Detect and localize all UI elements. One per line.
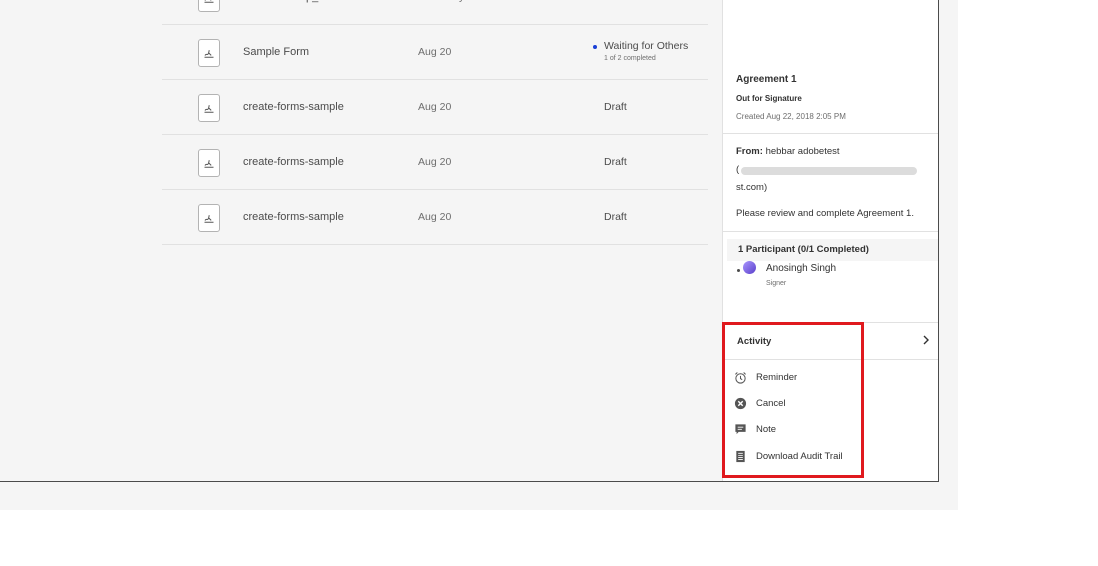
- participant-name: Anosingh Singh: [766, 263, 837, 274]
- avatar: [743, 261, 756, 274]
- reminder-label: Reminder: [756, 372, 798, 383]
- document-name: create-forms-sample: [243, 211, 344, 223]
- document-status: Draft: [604, 0, 627, 24]
- note-comment-icon: [735, 424, 746, 435]
- audit-trail-icon: [736, 450, 745, 463]
- agreement-status: Out for Signature: [736, 94, 802, 103]
- document-date: Aug 20: [418, 211, 452, 223]
- from-line: From: hebbar adobetest: [736, 146, 840, 157]
- agreements-list: AIC Roadmap_1 Yesterday 1:40 PM Draft Sa…: [162, 0, 708, 245]
- document-date: Aug 20: [418, 101, 452, 113]
- status-label: Waiting for Others: [604, 40, 689, 52]
- agreement-summary: Agreement 1 Out for Signature Created Au…: [723, 64, 938, 134]
- agreement-details-panel: Agreement 1 Out for Signature Created Au…: [722, 0, 938, 481]
- participant-role: Signer: [766, 280, 787, 287]
- table-row[interactable]: create-forms-sample Aug 20 Draft: [162, 80, 708, 135]
- cancel-circle-icon: [734, 397, 747, 410]
- cancel-action[interactable]: Cancel: [734, 393, 924, 413]
- agreement-title: Agreement 1: [736, 74, 797, 85]
- agreements-pane: AIC Roadmap_1 Yesterday 1:40 PM Draft Sa…: [0, 0, 939, 482]
- document-date: Aug 20: [418, 156, 452, 168]
- document-name: create-forms-sample: [243, 156, 344, 168]
- status-progress: 1 of 2 completed: [604, 55, 656, 62]
- document-status: Draft: [604, 101, 627, 113]
- table-row[interactable]: create-forms-sample Aug 20 Draft: [162, 190, 708, 245]
- reminder-action[interactable]: Reminder: [734, 367, 924, 387]
- document-date: Yesterday 1:40 PM: [418, 0, 506, 24]
- document-icon: [198, 94, 220, 122]
- activity-label: Activity: [737, 336, 772, 347]
- activity-toggle[interactable]: Activity: [723, 322, 938, 360]
- note-label: Note: [756, 424, 777, 435]
- document-name: AIC Roadmap_1: [243, 0, 324, 24]
- download-audit-trail-label: Download Audit Trail: [756, 451, 843, 462]
- status-dot: [593, 45, 597, 49]
- document-icon: [198, 149, 220, 177]
- app-frame: AIC Roadmap_1 Yesterday 1:40 PM Draft Sa…: [0, 0, 958, 510]
- document-icon: [198, 0, 220, 12]
- document-date: Aug 20: [418, 46, 452, 58]
- download-audit-trail-action[interactable]: Download Audit Trail: [734, 446, 924, 466]
- email-open-paren: (: [736, 164, 740, 175]
- sender-name: hebbar adobetest: [765, 146, 840, 157]
- agreement-message: Please review and complete Agreement 1.: [736, 208, 914, 219]
- agreement-created: Created Aug 22, 2018 2:05 PM: [736, 112, 846, 121]
- table-row[interactable]: AIC Roadmap_1 Yesterday 1:40 PM Draft: [162, 0, 708, 25]
- from-label: From:: [736, 146, 763, 157]
- document-name: Sample Form: [243, 46, 310, 58]
- redacted-email: [741, 167, 917, 175]
- document-icon: [198, 204, 220, 232]
- document-status: Draft: [604, 211, 627, 223]
- alarm-clock-icon: [735, 372, 746, 384]
- email-tail: st.com): [736, 182, 768, 193]
- table-row[interactable]: create-forms-sample Aug 20 Draft: [162, 135, 708, 190]
- cancel-label: Cancel: [756, 398, 786, 409]
- note-action[interactable]: Note: [734, 419, 924, 439]
- document-name: create-forms-sample: [243, 101, 344, 113]
- document-icon: [198, 39, 220, 67]
- bullet-dot: [737, 269, 740, 272]
- participants-count: 1 Participant (0/1 Completed): [738, 244, 869, 255]
- chevron-right-icon: [923, 335, 929, 345]
- document-status: Draft: [604, 156, 627, 168]
- agreement-sender: From: hebbar adobetest ( st.com) Please …: [723, 134, 938, 232]
- table-row[interactable]: Sample Form Aug 20 Waiting for Others 1 …: [162, 25, 708, 80]
- participants-header: 1 Participant (0/1 Completed): [727, 239, 938, 261]
